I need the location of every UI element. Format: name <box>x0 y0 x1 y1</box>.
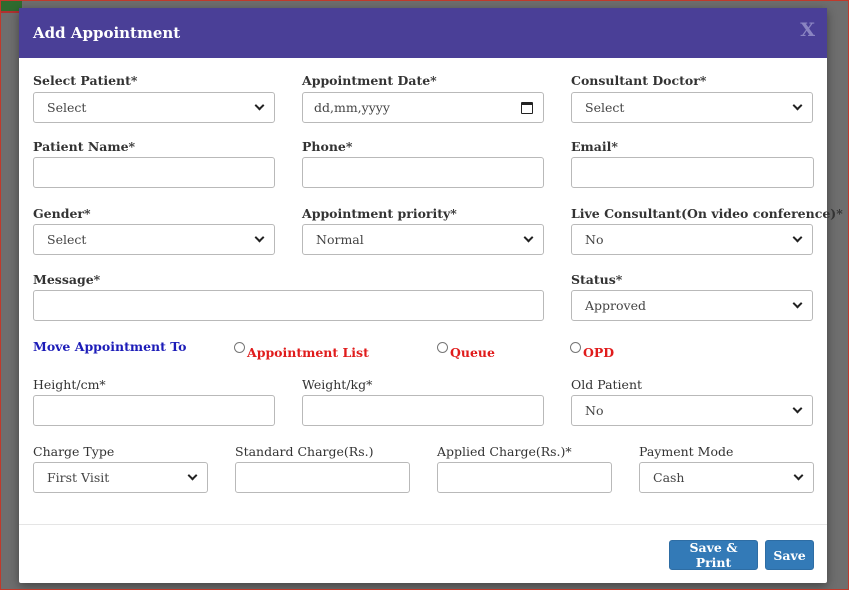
appointment-date-placeholder: dd,mm,yyyy <box>314 100 390 115</box>
height-input[interactable] <box>33 395 275 426</box>
message-input[interactable] <box>33 290 544 321</box>
radio-appointment-list[interactable]: Appointment List <box>234 342 369 360</box>
save-print-button[interactable]: Save & Print <box>669 540 758 570</box>
email-label: Email* <box>571 139 618 154</box>
status-dropdown[interactable]: Approved <box>571 290 813 321</box>
charge-type-label: Charge Type <box>33 444 115 459</box>
appointment-date-input[interactable]: dd,mm,yyyy <box>302 92 544 123</box>
consultant-doctor-label: Consultant Doctor* <box>571 73 707 88</box>
chevron-down-icon <box>792 403 803 414</box>
old-patient-dropdown[interactable]: No <box>571 395 813 426</box>
select-patient-label: Select Patient* <box>33 73 138 88</box>
chevron-down-icon <box>792 100 803 111</box>
charge-type-dropdown[interactable]: First Visit <box>33 462 208 493</box>
gender-dropdown[interactable]: Select <box>33 224 275 255</box>
close-icon[interactable]: X <box>800 19 815 41</box>
add-appointment-modal: Add Appointment X Select Patient* Select… <box>19 8 843 583</box>
live-consultant-label: Live Consultant(On video conference)* <box>571 206 843 221</box>
calendar-icon[interactable] <box>521 101 533 114</box>
select-patient-value: Select <box>47 100 87 115</box>
old-patient-label: Old Patient <box>571 377 643 392</box>
status-value: Approved <box>585 298 646 313</box>
height-label: Height/cm* <box>33 377 106 392</box>
payment-mode-label: Payment Mode <box>639 444 734 459</box>
radio-opd-label: OPD <box>583 345 615 360</box>
message-label: Message* <box>33 272 101 287</box>
save-button[interactable]: Save <box>765 540 814 570</box>
modal-footer: Save & Print Save <box>19 524 827 583</box>
patient-name-input[interactable] <box>33 157 275 188</box>
old-patient-value: No <box>585 403 604 418</box>
radio-queue[interactable]: Queue <box>437 342 495 360</box>
radio-button[interactable] <box>437 342 448 353</box>
phone-label: Phone* <box>302 139 353 154</box>
chevron-down-icon <box>793 470 804 481</box>
chevron-down-icon <box>254 100 265 111</box>
modal-body: Select Patient* Select Appointment Date*… <box>19 58 843 525</box>
appointment-date-label: Appointment Date* <box>302 73 437 88</box>
phone-input[interactable] <box>302 157 544 188</box>
live-consultant-value: No <box>585 232 604 247</box>
radio-button[interactable] <box>234 342 245 353</box>
modal-header: Add Appointment X <box>19 8 827 58</box>
email-input[interactable] <box>571 157 814 188</box>
modal-title: Add Appointment <box>33 24 181 42</box>
gender-label: Gender* <box>33 206 91 221</box>
radio-opd[interactable]: OPD <box>570 342 614 360</box>
gender-value: Select <box>47 232 87 247</box>
weight-label: Weight/kg* <box>302 377 373 392</box>
chevron-down-icon <box>254 232 265 243</box>
chevron-down-icon <box>792 298 803 309</box>
live-consultant-dropdown[interactable]: No <box>571 224 813 255</box>
applied-charge-label: Applied Charge(Rs.)* <box>437 444 572 459</box>
appointment-priority-label: Appointment priority* <box>302 206 457 221</box>
payment-mode-value: Cash <box>653 470 685 485</box>
applied-charge-input[interactable] <box>437 462 612 493</box>
status-label: Status* <box>571 272 623 287</box>
chevron-down-icon <box>187 470 198 481</box>
chevron-down-icon <box>523 232 534 243</box>
patient-name-label: Patient Name* <box>33 139 136 154</box>
appointment-priority-value: Normal <box>316 232 364 247</box>
chevron-down-icon <box>792 232 803 243</box>
radio-queue-label: Queue <box>450 345 495 360</box>
select-patient-dropdown[interactable]: Select <box>33 92 275 123</box>
charge-type-value: First Visit <box>47 470 110 485</box>
weight-input[interactable] <box>302 395 544 426</box>
appointment-priority-dropdown[interactable]: Normal <box>302 224 544 255</box>
standard-charge-label: Standard Charge(Rs.) <box>235 444 374 459</box>
consultant-doctor-dropdown[interactable]: Select <box>571 92 813 123</box>
payment-mode-dropdown[interactable]: Cash <box>639 462 814 493</box>
consultant-doctor-value: Select <box>585 100 625 115</box>
radio-button[interactable] <box>570 342 581 353</box>
standard-charge-input[interactable] <box>235 462 410 493</box>
radio-appointment-list-label: Appointment List <box>247 345 369 360</box>
move-appointment-label: Move Appointment To <box>33 339 187 354</box>
